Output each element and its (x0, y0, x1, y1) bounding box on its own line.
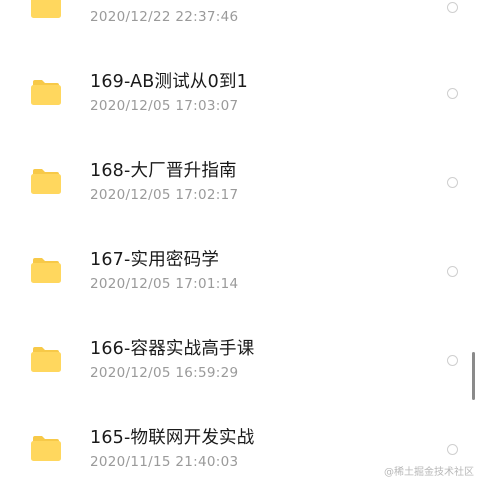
folder-timestamp: 2020/12/05 17:02:17 (90, 187, 239, 203)
folder-timestamp: 2020/12/05 16:59:29 (90, 365, 239, 381)
folder-name: 166-容器实战高手课 (90, 339, 255, 359)
folder-name: 167-实用密码学 (90, 250, 220, 270)
list-item[interactable]: 2020/12/22 22:37:46 (0, 0, 480, 25)
folder-icon (31, 258, 61, 283)
select-radio[interactable] (447, 444, 458, 455)
folder-name: 168-大厂晋升指南 (90, 161, 237, 181)
folder-list: 2020/12/22 22:37:46 169-AB测试从0到1 2020/12… (0, 0, 480, 480)
folder-name: 165-物联网开发实战 (90, 428, 255, 448)
folder-icon (31, 169, 61, 194)
list-item[interactable]: 168-大厂晋升指南 2020/12/05 17:02:17 (0, 139, 480, 227)
folder-icon (31, 0, 61, 18)
list-item[interactable]: 166-容器实战高手课 2020/12/05 16:59:29 (0, 317, 480, 405)
folder-name: 169-AB测试从0到1 (90, 72, 248, 92)
folder-timestamp: 2020/11/15 21:40:03 (90, 454, 239, 470)
list-item[interactable]: 165-物联网开发实战 2020/11/15 21:40:03 (0, 406, 480, 494)
folder-icon (31, 436, 61, 461)
folder-timestamp: 2020/12/05 17:01:14 (90, 276, 239, 292)
scrollbar-thumb[interactable] (472, 352, 475, 400)
select-radio[interactable] (447, 355, 458, 366)
folder-icon (31, 80, 61, 105)
folder-timestamp: 2020/12/22 22:37:46 (90, 9, 239, 25)
select-radio[interactable] (447, 2, 458, 13)
folder-icon (31, 347, 61, 372)
folder-timestamp: 2020/12/05 17:03:07 (90, 98, 239, 114)
select-radio[interactable] (447, 88, 458, 99)
select-radio[interactable] (447, 177, 458, 188)
select-radio[interactable] (447, 266, 458, 277)
list-item[interactable]: 167-实用密码学 2020/12/05 17:01:14 (0, 228, 480, 316)
list-item[interactable]: 169-AB测试从0到1 2020/12/05 17:03:07 (0, 50, 480, 138)
watermark: @稀土掘金技术社区 (384, 467, 474, 478)
